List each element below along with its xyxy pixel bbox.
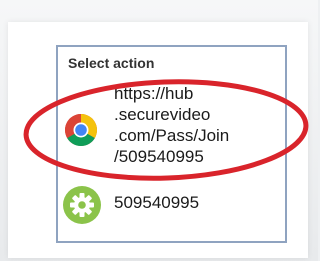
option-url-label: https://hub .securevideo .com/Pass/Join … [114, 84, 230, 166]
option-settings-number[interactable]: 509540995 [58, 179, 285, 231]
option-number-label: 509540995 [114, 193, 200, 212]
select-action-dialog: Select action https://hub .securevideo .… [56, 45, 287, 243]
chrome-icon [64, 114, 98, 147]
dialog-title: Select action [68, 55, 155, 71]
settings-gear-icon [63, 186, 101, 224]
option-open-url-in-chrome[interactable]: https://hub .securevideo .com/Pass/Join … [58, 81, 285, 177]
